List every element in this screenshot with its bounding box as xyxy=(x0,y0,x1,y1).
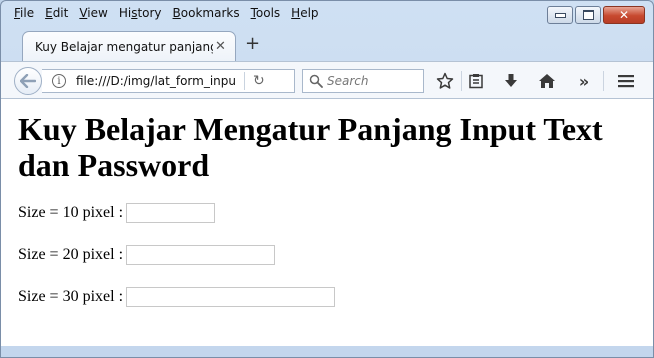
tab-bar: Kuy Belajar mengatur panjang i... ✕ + xyxy=(1,29,653,61)
form-row-size-20: Size = 20 pixel : xyxy=(18,245,276,265)
menu-help[interactable]: Help xyxy=(291,6,318,20)
back-arrow-icon xyxy=(20,74,36,88)
tab-title: Kuy Belajar mengatur panjang i... xyxy=(35,39,213,54)
overflow-menu-button[interactable]: » xyxy=(574,71,594,91)
text-input-size-10[interactable] xyxy=(126,203,216,223)
menu-bar: File Edit View History Bookmarks Tools H… xyxy=(1,1,554,25)
url-divider xyxy=(244,72,245,90)
menu-history[interactable]: History xyxy=(119,6,162,20)
url-bar[interactable]: i file:///D:/img/lat_form_input_ ↻ xyxy=(42,69,295,93)
new-tab-button[interactable]: + xyxy=(245,35,260,53)
navigation-bar: i file:///D:/img/lat_form_input_ ↻ Searc… xyxy=(1,61,653,99)
form-row-size-30: Size = 30 pixel : xyxy=(18,287,336,307)
field-label: Size = 10 pixel : xyxy=(18,204,124,221)
maximize-button[interactable] xyxy=(575,6,601,24)
menu-file[interactable]: File xyxy=(14,6,34,20)
close-icon: ✕ xyxy=(618,8,630,22)
search-bar[interactable]: Search xyxy=(302,69,424,93)
password-input-size-30[interactable] xyxy=(126,287,336,307)
star-icon xyxy=(436,72,454,89)
page-content: Kuy Belajar Mengatur Panjang Input Text … xyxy=(1,99,646,346)
minimize-button[interactable] xyxy=(547,6,573,24)
search-placeholder: Search xyxy=(327,74,369,88)
url-text[interactable]: file:///D:/img/lat_form_input_ xyxy=(76,74,236,88)
reload-icon[interactable]: ↻ xyxy=(253,73,265,89)
hamburger-icon xyxy=(618,75,634,88)
field-label: Size = 20 pixel : xyxy=(18,246,124,263)
menu-tools[interactable]: Tools xyxy=(251,6,281,20)
hamburger-menu-button[interactable] xyxy=(616,71,636,91)
close-window-button[interactable]: ✕ xyxy=(603,6,645,24)
text-input-size-20[interactable] xyxy=(126,245,276,265)
bookmark-star-button[interactable] xyxy=(435,71,455,91)
menu-edit[interactable]: Edit xyxy=(45,6,68,20)
content-edge xyxy=(646,99,653,346)
home-icon xyxy=(539,74,555,88)
menu-view[interactable]: View xyxy=(79,6,107,20)
tab-close-icon[interactable]: ✕ xyxy=(215,39,226,54)
minimize-icon xyxy=(554,12,566,18)
downloads-button[interactable] xyxy=(501,71,521,91)
menu-bookmarks[interactable]: Bookmarks xyxy=(173,6,240,20)
tab-active[interactable]: Kuy Belajar mengatur panjang i... ✕ xyxy=(22,31,236,61)
toolbar-divider-2 xyxy=(603,71,604,91)
window-controls: ✕ xyxy=(547,6,645,24)
browser-window: File Edit View History Bookmarks Tools H… xyxy=(0,0,654,358)
info-icon[interactable]: i xyxy=(52,74,66,88)
maximize-icon xyxy=(582,10,594,20)
reading-list-button[interactable] xyxy=(466,71,486,91)
search-icon xyxy=(309,74,323,88)
download-arrow-icon xyxy=(505,74,517,87)
clipboard-icon xyxy=(469,74,483,89)
field-label: Size = 30 pixel : xyxy=(18,288,124,305)
back-button[interactable] xyxy=(14,67,42,95)
form-row-size-10: Size = 10 pixel : xyxy=(18,203,216,223)
toolbar-divider xyxy=(461,71,462,91)
home-button[interactable] xyxy=(537,71,557,91)
page-title: Kuy Belajar Mengatur Panjang Input Text … xyxy=(18,111,603,183)
